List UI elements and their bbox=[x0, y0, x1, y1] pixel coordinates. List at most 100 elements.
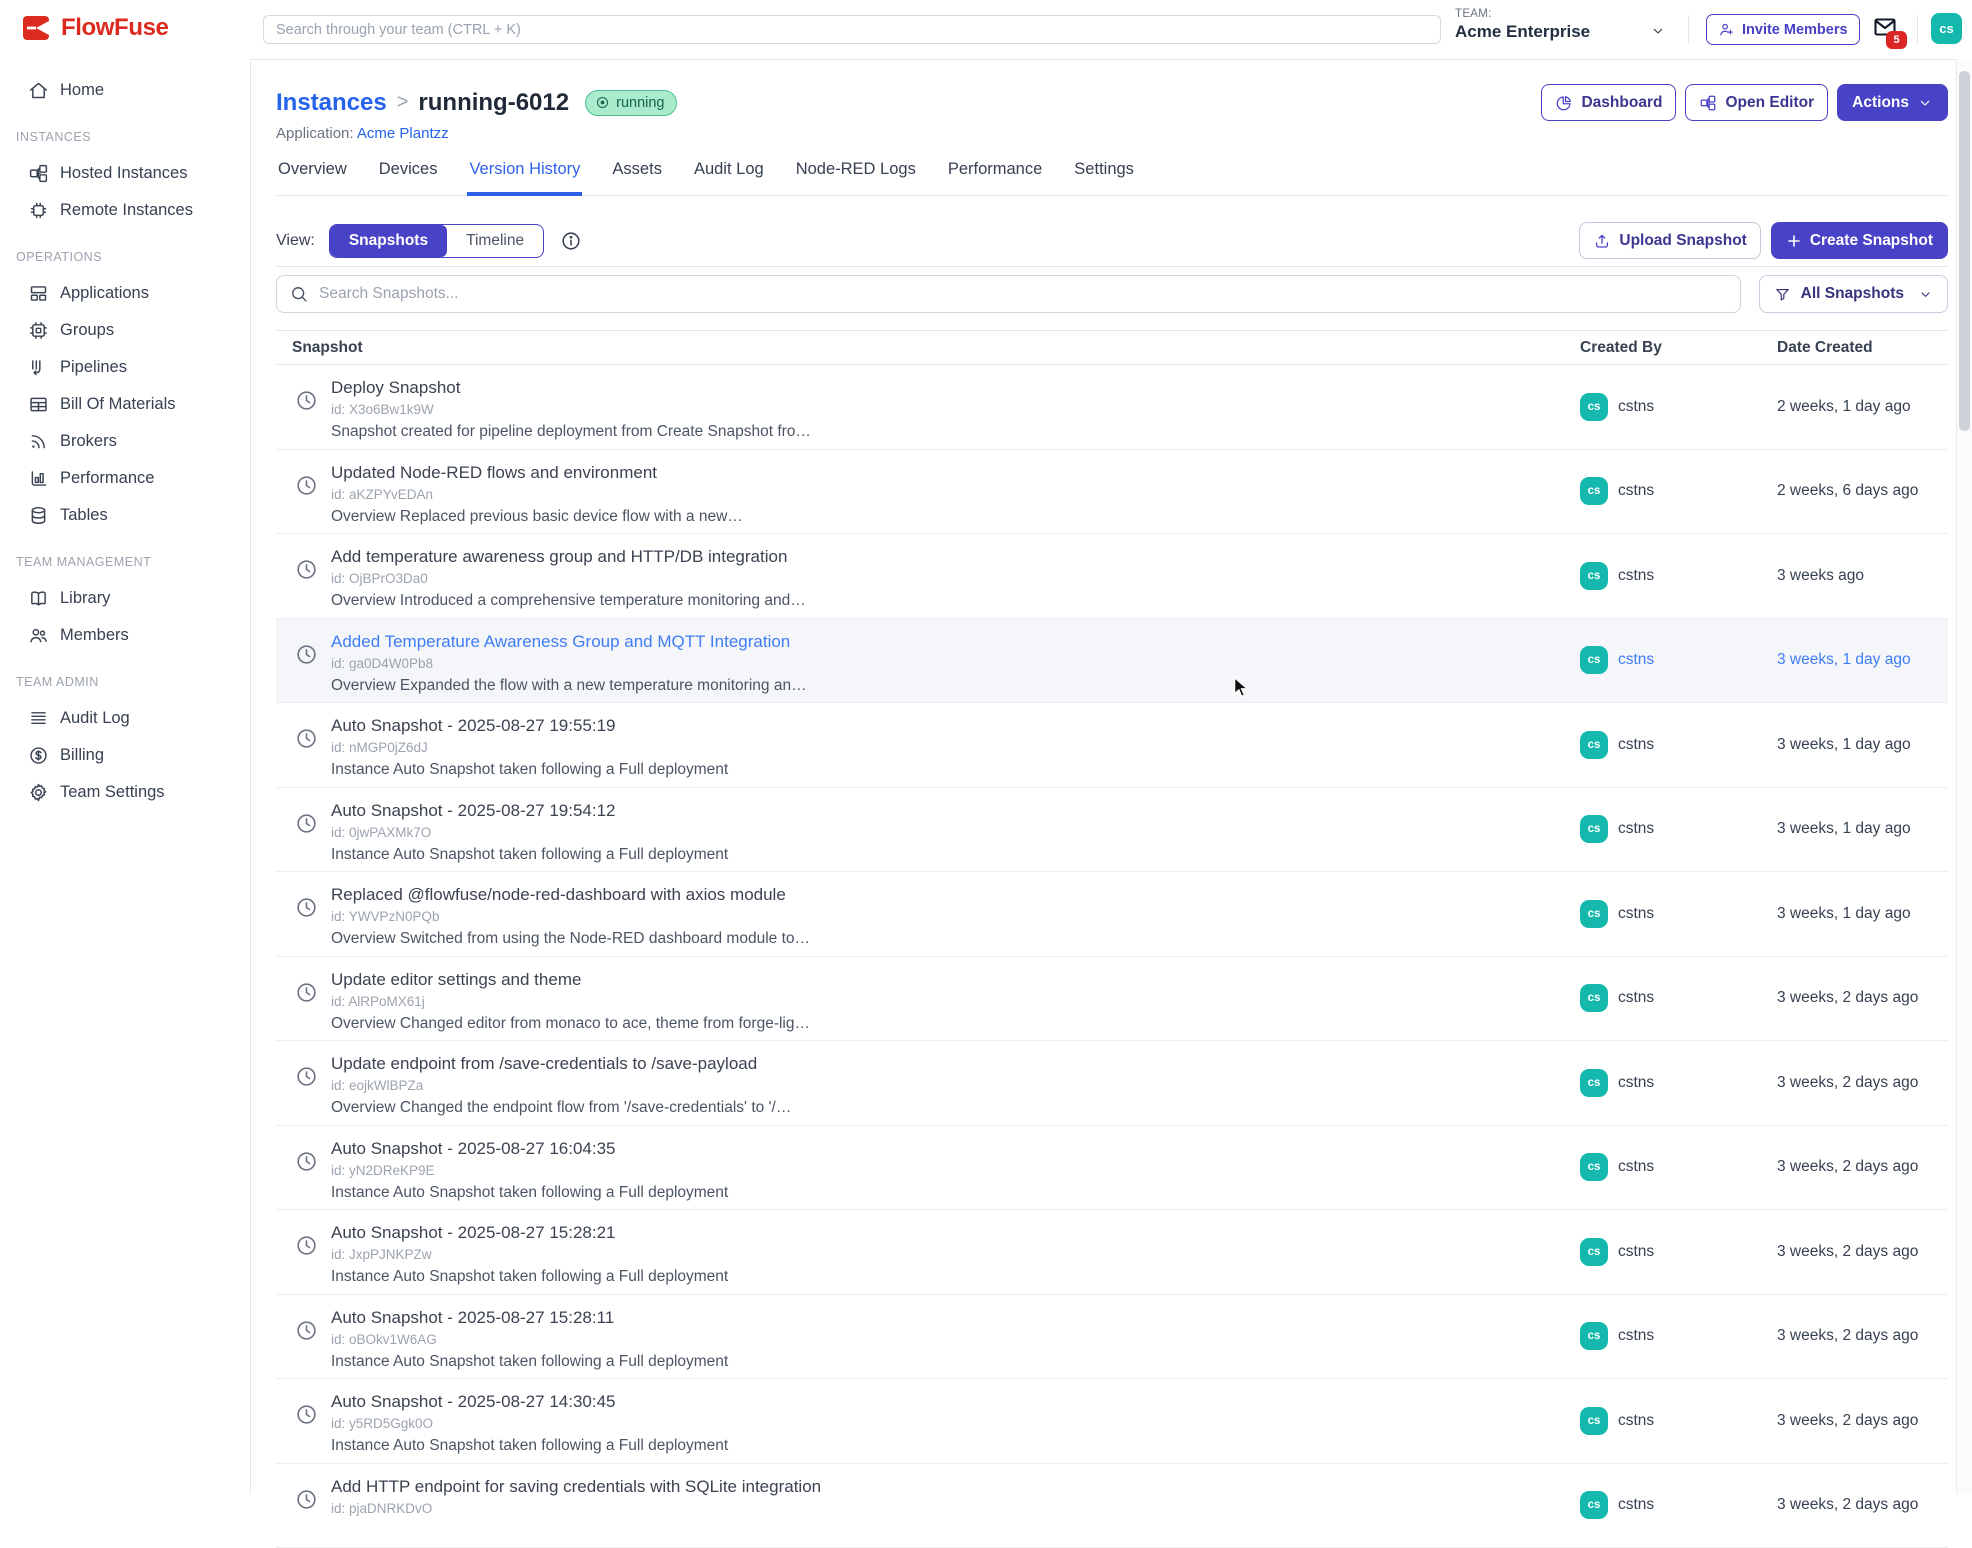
chevron-down-icon[interactable] bbox=[1650, 23, 1666, 39]
tab-settings[interactable]: Settings bbox=[1072, 150, 1136, 196]
sidebar-item-billing[interactable]: Billing bbox=[0, 737, 250, 774]
table-row[interactable]: Add temperature awareness group and HTTP… bbox=[276, 534, 1948, 619]
sidebar-item-label: Home bbox=[60, 81, 104, 100]
breadcrumb-instances-link[interactable]: Instances bbox=[276, 89, 387, 117]
creator-avatar: cs bbox=[1580, 984, 1608, 1012]
snapshot-title: Updated Node-RED flows and environment bbox=[331, 463, 743, 483]
table-row[interactable]: Replaced @flowfuse/node-red-dashboard wi… bbox=[276, 872, 1948, 957]
sidebar-nav: Home INSTANCES Hosted Instances Remote I… bbox=[0, 72, 250, 811]
open-editor-button[interactable]: Open Editor bbox=[1685, 84, 1828, 121]
sidebar-section-team-management: TEAM MANAGEMENT bbox=[0, 550, 250, 574]
table-row[interactable]: Auto Snapshot - 2025-08-27 14:30:45 id: … bbox=[276, 1379, 1948, 1464]
sidebar-item-home[interactable]: Home bbox=[0, 72, 250, 109]
flowfuse-logo[interactable]: FlowFuse bbox=[22, 14, 168, 42]
sidebar-item-label: Remote Instances bbox=[60, 201, 193, 220]
snapshot-cell: Auto Snapshot - 2025-08-27 16:04:35 id: … bbox=[276, 1126, 1580, 1210]
library-icon bbox=[28, 588, 49, 609]
table-row[interactable]: Auto Snapshot - 2025-08-27 15:28:21 id: … bbox=[276, 1210, 1948, 1295]
created-by-cell: cs cstns bbox=[1580, 788, 1777, 872]
groups-icon bbox=[28, 320, 49, 341]
dashboard-button[interactable]: Dashboard bbox=[1541, 84, 1676, 121]
tables-icon bbox=[28, 505, 49, 526]
scrollbar-thumb[interactable] bbox=[1959, 71, 1970, 431]
hosted-instances-icon bbox=[28, 163, 49, 184]
sidebar-item-tables[interactable]: Tables bbox=[0, 497, 250, 534]
sidebar-item-performance[interactable]: Performance bbox=[0, 460, 250, 497]
table-row[interactable]: Added Temperature Awareness Group and MQ… bbox=[276, 619, 1948, 704]
snapshot-description: Snapshot created for pipeline deployment… bbox=[331, 423, 811, 441]
sidebar-item-remote-instances[interactable]: Remote Instances bbox=[0, 192, 250, 229]
actions-button[interactable]: Actions bbox=[1837, 84, 1948, 121]
snapshot-search[interactable] bbox=[276, 275, 1741, 313]
table-row[interactable]: Updated Node-RED flows and environment i… bbox=[276, 450, 1948, 535]
tab-performance[interactable]: Performance bbox=[946, 150, 1044, 196]
sidebar-item-brokers[interactable]: Brokers bbox=[0, 423, 250, 460]
user-avatar[interactable]: cs bbox=[1931, 13, 1962, 44]
sidebar-item-applications[interactable]: Applications bbox=[0, 275, 250, 312]
clock-icon bbox=[295, 558, 318, 581]
date-created: 3 weeks, 2 days ago bbox=[1777, 1158, 1948, 1176]
tab-version-history[interactable]: Version History bbox=[467, 150, 582, 196]
tab-node-red-logs[interactable]: Node-RED Logs bbox=[794, 150, 918, 196]
snapshot-cell: Auto Snapshot - 2025-08-27 19:54:12 id: … bbox=[276, 788, 1580, 872]
sidebar-item-bill-of-materials[interactable]: Bill Of Materials bbox=[0, 386, 250, 423]
table-row[interactable]: Update endpoint from /save-credentials t… bbox=[276, 1041, 1948, 1126]
sidebar-item-label: Billing bbox=[60, 746, 104, 765]
table-row[interactable]: Auto Snapshot - 2025-08-27 19:54:12 id: … bbox=[276, 788, 1948, 873]
global-search-input[interactable] bbox=[276, 22, 1428, 38]
upload-snapshot-button[interactable]: Upload Snapshot bbox=[1579, 222, 1760, 259]
team-selector[interactable]: TEAM: Acme Enterprise bbox=[1455, 8, 1590, 42]
status-badge-label: running bbox=[616, 95, 664, 111]
clock-icon bbox=[295, 1150, 318, 1173]
tab-assets[interactable]: Assets bbox=[610, 150, 664, 196]
sidebar-item-members[interactable]: Members bbox=[0, 617, 250, 654]
date-created: 3 weeks, 2 days ago bbox=[1777, 1412, 1948, 1430]
table-row[interactable]: Auto Snapshot - 2025-08-27 19:55:19 id: … bbox=[276, 703, 1948, 788]
snapshot-filter-dropdown[interactable]: All Snapshots bbox=[1759, 275, 1948, 313]
team-settings-icon bbox=[28, 782, 49, 803]
table-row[interactable]: Add HTTP endpoint for saving credentials… bbox=[276, 1464, 1948, 1548]
creator-avatar: cs bbox=[1580, 477, 1608, 505]
sidebar-item-groups[interactable]: Groups bbox=[0, 312, 250, 349]
remote-instances-icon bbox=[28, 200, 49, 221]
sidebar-item-audit-log[interactable]: Audit Log bbox=[0, 700, 250, 737]
table-row[interactable]: Update editor settings and theme id: AlR… bbox=[276, 957, 1948, 1042]
snapshot-description: Instance Auto Snapshot taken following a… bbox=[331, 1184, 728, 1202]
chevron-down-icon bbox=[1917, 95, 1933, 111]
view-toggle-snapshots[interactable]: Snapshots bbox=[330, 225, 447, 257]
page-head: Instances > running-6012 running Dashboa… bbox=[276, 84, 1948, 121]
snapshot-title: Auto Snapshot - 2025-08-27 19:54:12 bbox=[331, 801, 728, 821]
application-link[interactable]: Acme Plantzz bbox=[357, 125, 449, 142]
invite-members-button[interactable]: Invite Members bbox=[1706, 14, 1860, 45]
topbar-divider-2 bbox=[1917, 15, 1918, 44]
sidebar-item-hosted-instances[interactable]: Hosted Instances bbox=[0, 155, 250, 192]
table-row[interactable]: Auto Snapshot - 2025-08-27 16:04:35 id: … bbox=[276, 1126, 1948, 1211]
brand-name: FlowFuse bbox=[61, 14, 168, 42]
info-icon[interactable] bbox=[560, 230, 582, 252]
table-row[interactable]: Deploy Snapshot id: X3o6Bw1k9W Snapshot … bbox=[276, 365, 1948, 450]
global-search[interactable] bbox=[263, 15, 1441, 44]
creator-name: cstns bbox=[1618, 651, 1654, 669]
sidebar-item-library[interactable]: Library bbox=[0, 580, 250, 617]
date-created: 3 weeks, 1 day ago bbox=[1777, 736, 1948, 754]
sidebar-item-pipelines[interactable]: Pipelines bbox=[0, 349, 250, 386]
view-toggle-timeline[interactable]: Timeline bbox=[447, 225, 543, 257]
sidebar-item-team-settings[interactable]: Team Settings bbox=[0, 774, 250, 811]
clock-icon bbox=[295, 727, 318, 750]
clock-icon bbox=[295, 474, 318, 497]
snapshot-description: Instance Auto Snapshot taken following a… bbox=[331, 1268, 728, 1286]
creator-avatar: cs bbox=[1580, 900, 1608, 928]
table-row[interactable]: Auto Snapshot - 2025-08-27 15:28:11 id: … bbox=[276, 1295, 1948, 1380]
created-by-cell: cs cstns bbox=[1580, 619, 1777, 703]
create-snapshot-button[interactable]: Create Snapshot bbox=[1771, 222, 1948, 259]
bill-of-materials-icon bbox=[28, 394, 49, 415]
snapshot-id: id: OjBPrO3Da0 bbox=[331, 571, 806, 586]
creator-avatar: cs bbox=[1580, 562, 1608, 590]
snapshot-search-input[interactable] bbox=[319, 285, 1728, 303]
tab-devices[interactable]: Devices bbox=[377, 150, 440, 196]
snapshot-title: Added Temperature Awareness Group and MQ… bbox=[331, 632, 807, 652]
tab-audit-log[interactable]: Audit Log bbox=[692, 150, 766, 196]
brokers-icon bbox=[28, 431, 49, 452]
tab-overview[interactable]: Overview bbox=[276, 150, 349, 196]
sidebar-item-label: Hosted Instances bbox=[60, 164, 188, 183]
